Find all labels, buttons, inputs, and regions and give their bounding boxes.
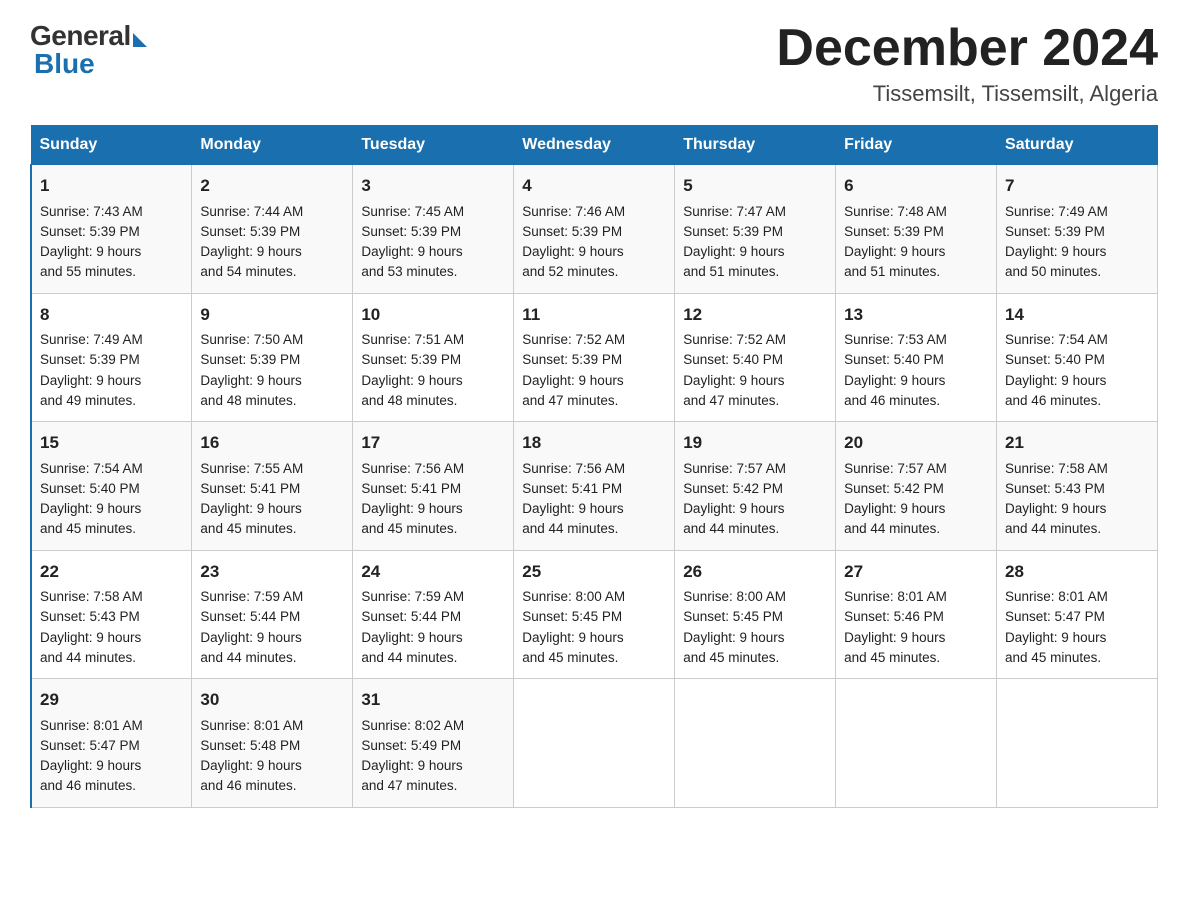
calendar-cell: 23Sunrise: 7:59 AMSunset: 5:44 PMDayligh…: [192, 550, 353, 679]
day-number: 3: [361, 173, 505, 199]
day-number: 30: [200, 687, 344, 713]
calendar-body: 1Sunrise: 7:43 AMSunset: 5:39 PMDaylight…: [31, 165, 1158, 808]
column-header-monday: Monday: [192, 126, 353, 165]
day-number: 1: [40, 173, 183, 199]
day-number: 27: [844, 559, 988, 585]
page-header: General Blue December 2024 Tissemsilt, T…: [30, 20, 1158, 107]
day-number: 15: [40, 430, 183, 456]
column-header-friday: Friday: [836, 126, 997, 165]
day-number: 19: [683, 430, 827, 456]
calendar-cell: [514, 679, 675, 808]
calendar-cell: 2Sunrise: 7:44 AMSunset: 5:39 PMDaylight…: [192, 165, 353, 294]
calendar-week-row: 15Sunrise: 7:54 AMSunset: 5:40 PMDayligh…: [31, 422, 1158, 551]
column-header-thursday: Thursday: [675, 126, 836, 165]
column-header-saturday: Saturday: [997, 126, 1158, 165]
calendar-cell: 4Sunrise: 7:46 AMSunset: 5:39 PMDaylight…: [514, 165, 675, 294]
calendar-cell: 27Sunrise: 8:01 AMSunset: 5:46 PMDayligh…: [836, 550, 997, 679]
day-number: 26: [683, 559, 827, 585]
calendar-cell: 19Sunrise: 7:57 AMSunset: 5:42 PMDayligh…: [675, 422, 836, 551]
day-number: 9: [200, 302, 344, 328]
day-number: 13: [844, 302, 988, 328]
day-number: 25: [522, 559, 666, 585]
day-number: 8: [40, 302, 183, 328]
logo: General Blue: [30, 20, 147, 80]
calendar-cell: 26Sunrise: 8:00 AMSunset: 5:45 PMDayligh…: [675, 550, 836, 679]
calendar-cell: [997, 679, 1158, 808]
calendar-cell: 17Sunrise: 7:56 AMSunset: 5:41 PMDayligh…: [353, 422, 514, 551]
calendar-cell: 9Sunrise: 7:50 AMSunset: 5:39 PMDaylight…: [192, 293, 353, 422]
calendar-cell: 6Sunrise: 7:48 AMSunset: 5:39 PMDaylight…: [836, 165, 997, 294]
day-number: 11: [522, 302, 666, 328]
calendar-cell: [836, 679, 997, 808]
calendar-cell: 21Sunrise: 7:58 AMSunset: 5:43 PMDayligh…: [997, 422, 1158, 551]
calendar-cell: 8Sunrise: 7:49 AMSunset: 5:39 PMDaylight…: [31, 293, 192, 422]
day-number: 17: [361, 430, 505, 456]
calendar-cell: 18Sunrise: 7:56 AMSunset: 5:41 PMDayligh…: [514, 422, 675, 551]
month-year-title: December 2024: [776, 20, 1158, 77]
day-number: 4: [522, 173, 666, 199]
day-number: 24: [361, 559, 505, 585]
location-subtitle: Tissemsilt, Tissemsilt, Algeria: [776, 81, 1158, 107]
day-number: 16: [200, 430, 344, 456]
calendar-week-row: 22Sunrise: 7:58 AMSunset: 5:43 PMDayligh…: [31, 550, 1158, 679]
day-number: 29: [40, 687, 183, 713]
day-number: 21: [1005, 430, 1149, 456]
day-number: 12: [683, 302, 827, 328]
calendar-cell: 28Sunrise: 8:01 AMSunset: 5:47 PMDayligh…: [997, 550, 1158, 679]
logo-arrow-icon: [133, 33, 147, 47]
title-block: December 2024 Tissemsilt, Tissemsilt, Al…: [776, 20, 1158, 107]
calendar-cell: 31Sunrise: 8:02 AMSunset: 5:49 PMDayligh…: [353, 679, 514, 808]
calendar-cell: 20Sunrise: 7:57 AMSunset: 5:42 PMDayligh…: [836, 422, 997, 551]
calendar-week-row: 1Sunrise: 7:43 AMSunset: 5:39 PMDaylight…: [31, 165, 1158, 294]
calendar-cell: 13Sunrise: 7:53 AMSunset: 5:40 PMDayligh…: [836, 293, 997, 422]
calendar-cell: 12Sunrise: 7:52 AMSunset: 5:40 PMDayligh…: [675, 293, 836, 422]
calendar-cell: 16Sunrise: 7:55 AMSunset: 5:41 PMDayligh…: [192, 422, 353, 551]
calendar-header-row: SundayMondayTuesdayWednesdayThursdayFrid…: [31, 126, 1158, 165]
day-number: 23: [200, 559, 344, 585]
calendar-cell: 3Sunrise: 7:45 AMSunset: 5:39 PMDaylight…: [353, 165, 514, 294]
day-number: 7: [1005, 173, 1149, 199]
calendar-cell: 15Sunrise: 7:54 AMSunset: 5:40 PMDayligh…: [31, 422, 192, 551]
column-header-sunday: Sunday: [31, 126, 192, 165]
day-number: 6: [844, 173, 988, 199]
day-number: 2: [200, 173, 344, 199]
day-number: 18: [522, 430, 666, 456]
column-header-wednesday: Wednesday: [514, 126, 675, 165]
calendar-cell: 11Sunrise: 7:52 AMSunset: 5:39 PMDayligh…: [514, 293, 675, 422]
calendar-cell: 5Sunrise: 7:47 AMSunset: 5:39 PMDaylight…: [675, 165, 836, 294]
calendar-cell: 25Sunrise: 8:00 AMSunset: 5:45 PMDayligh…: [514, 550, 675, 679]
calendar-cell: 14Sunrise: 7:54 AMSunset: 5:40 PMDayligh…: [997, 293, 1158, 422]
calendar-cell: 30Sunrise: 8:01 AMSunset: 5:48 PMDayligh…: [192, 679, 353, 808]
calendar-cell: 7Sunrise: 7:49 AMSunset: 5:39 PMDaylight…: [997, 165, 1158, 294]
calendar-cell: 22Sunrise: 7:58 AMSunset: 5:43 PMDayligh…: [31, 550, 192, 679]
day-number: 14: [1005, 302, 1149, 328]
calendar-cell: 1Sunrise: 7:43 AMSunset: 5:39 PMDaylight…: [31, 165, 192, 294]
calendar-cell: 24Sunrise: 7:59 AMSunset: 5:44 PMDayligh…: [353, 550, 514, 679]
day-number: 10: [361, 302, 505, 328]
calendar-week-row: 8Sunrise: 7:49 AMSunset: 5:39 PMDaylight…: [31, 293, 1158, 422]
calendar-cell: [675, 679, 836, 808]
calendar-week-row: 29Sunrise: 8:01 AMSunset: 5:47 PMDayligh…: [31, 679, 1158, 808]
logo-blue-text: Blue: [34, 48, 95, 80]
day-number: 20: [844, 430, 988, 456]
calendar-table: SundayMondayTuesdayWednesdayThursdayFrid…: [30, 125, 1158, 808]
day-number: 5: [683, 173, 827, 199]
day-number: 28: [1005, 559, 1149, 585]
day-number: 31: [361, 687, 505, 713]
calendar-cell: 29Sunrise: 8:01 AMSunset: 5:47 PMDayligh…: [31, 679, 192, 808]
column-header-tuesday: Tuesday: [353, 126, 514, 165]
day-number: 22: [40, 559, 183, 585]
calendar-cell: 10Sunrise: 7:51 AMSunset: 5:39 PMDayligh…: [353, 293, 514, 422]
